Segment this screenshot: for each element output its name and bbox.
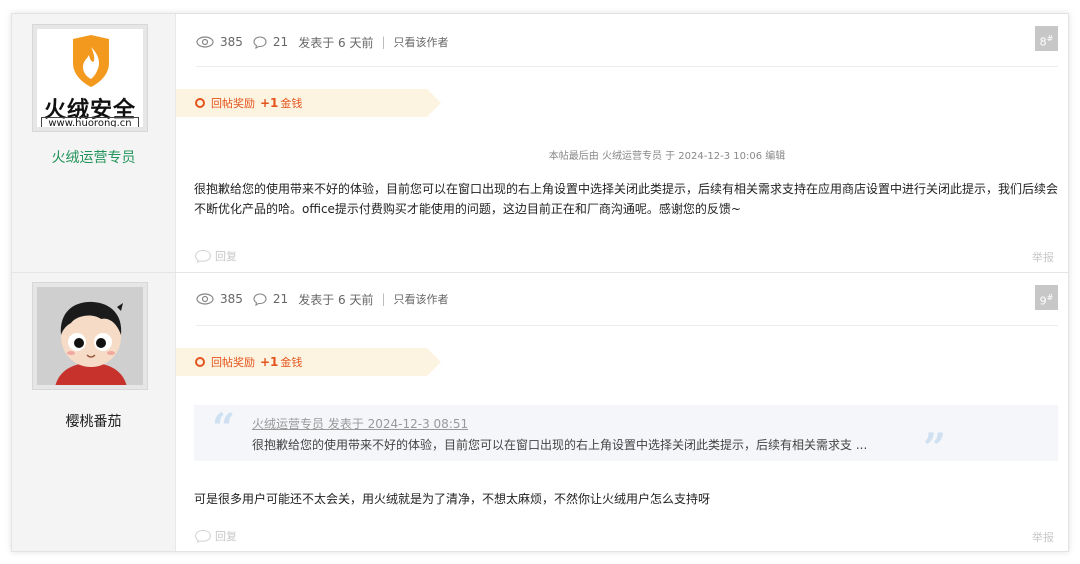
cartoon-boy-icon	[37, 287, 143, 385]
reply-label: 回复	[215, 530, 237, 543]
report-link[interactable]: 举报	[1032, 249, 1054, 265]
author-name[interactable]: 樱桃番茄	[12, 411, 175, 431]
post-meta: 385 21 发表于 6 天前 | 只看该作者	[196, 290, 449, 308]
eye-icon	[196, 293, 214, 305]
reply-bubble-icon	[194, 529, 212, 543]
floor-number: 8	[1039, 35, 1047, 49]
post-floor-9: 樱桃番茄 385 21 发表于 6 天前 | 只看该作者 9# 回帖奖励 +1 …	[12, 273, 1068, 551]
floor-badge[interactable]: 8#	[1035, 26, 1058, 51]
view-count: 385	[220, 292, 243, 306]
floor-number: 9	[1039, 294, 1047, 308]
post-content: 385 21 发表于 6 天前 | 只看该作者 8# 回帖奖励 +1 金钱 本帖…	[176, 14, 1068, 272]
floor-sup: #	[1046, 293, 1054, 302]
meta-separator: |	[381, 35, 386, 49]
post-meta: 385 21 发表于 6 天前 | 只看该作者	[196, 33, 449, 51]
view-count: 385	[220, 35, 243, 49]
speech-bubble-icon	[253, 35, 267, 49]
post-body: 很抱歉给您的使用带来不好的体验，目前您可以在窗口出现的右上角设置中选择关闭此类提…	[194, 182, 1059, 216]
reward-unit: 金钱	[280, 97, 303, 110]
divider	[196, 66, 1058, 67]
post-content: 385 21 发表于 6 天前 | 只看该作者 9# 回帖奖励 +1 金钱 “ …	[176, 273, 1068, 551]
cartoon-avatar	[37, 287, 143, 385]
forum-thread-panel: 火绒安全 www.huorong.cn 火绒运营专员 385 21 发表于 6 …	[11, 13, 1069, 552]
reply-button[interactable]: 回复	[194, 528, 237, 544]
quote-block: “ 火绒运营专员 发表于 2024-12-3 08:51 很抱歉给您的使用带来不…	[194, 405, 1058, 472]
reward-unit: 金钱	[280, 356, 303, 369]
quote-open-mark: “	[212, 405, 236, 452]
only-author-link[interactable]: 只看该作者	[394, 34, 449, 50]
brand-url: www.huorong.cn	[41, 117, 139, 127]
post-time: 发表于 6 天前	[298, 35, 374, 50]
comment-count: 21	[272, 292, 289, 306]
post-time: 发表于 6 天前	[298, 292, 374, 307]
reward-circle-icon	[195, 98, 205, 108]
reply-button[interactable]: 回复	[194, 248, 237, 264]
reward-plus: +1	[260, 355, 279, 369]
report-link[interactable]: 举报	[1032, 529, 1054, 545]
avatar[interactable]	[32, 282, 148, 390]
flame-shield-icon	[73, 35, 109, 87]
author-name[interactable]: 火绒运营专员	[12, 147, 175, 167]
post-body: 可是很多用户可能还不太会关，用火绒就是为了清净，不想太麻烦，不然你让火绒用户怎么…	[194, 492, 711, 506]
edit-note: 本帖最后由 火绒运营专员 于 2024-12-3 10:06 编辑	[548, 151, 786, 162]
speech-bubble-icon	[253, 292, 267, 306]
floor-badge[interactable]: 9#	[1035, 285, 1058, 310]
reply-label: 回复	[215, 250, 237, 263]
reward-banner: 回帖奖励 +1 金钱	[176, 348, 441, 376]
comment-count: 21	[272, 35, 289, 49]
reward-label: 回帖奖励	[211, 97, 255, 110]
reward-circle-icon	[195, 357, 205, 367]
reward-banner: 回帖奖励 +1 金钱	[176, 89, 441, 117]
meta-separator: |	[381, 292, 386, 306]
floor-sup: #	[1046, 34, 1054, 43]
quote-text: 很抱歉给您的使用带来不好的体验，目前您可以在窗口出现的右上角设置中选择关闭此类提…	[252, 438, 868, 452]
quote-close-mark: ”	[922, 425, 946, 472]
avatar[interactable]: 火绒安全 www.huorong.cn	[32, 24, 148, 132]
reply-bubble-icon	[194, 249, 212, 263]
author-sidebar: 樱桃番茄	[12, 273, 176, 551]
author-sidebar: 火绒安全 www.huorong.cn 火绒运营专员	[12, 14, 176, 272]
reward-plus: +1	[260, 96, 279, 110]
reward-label: 回帖奖励	[211, 356, 255, 369]
only-author-link[interactable]: 只看该作者	[394, 291, 449, 307]
post-floor-8: 火绒安全 www.huorong.cn 火绒运营专员 385 21 发表于 6 …	[12, 14, 1068, 273]
huorong-logo: 火绒安全 www.huorong.cn	[37, 29, 143, 127]
quote-header-link[interactable]: 火绒运营专员 发表于 2024-12-3 08:51	[252, 415, 468, 432]
eye-icon	[196, 36, 214, 48]
divider	[196, 325, 1058, 326]
